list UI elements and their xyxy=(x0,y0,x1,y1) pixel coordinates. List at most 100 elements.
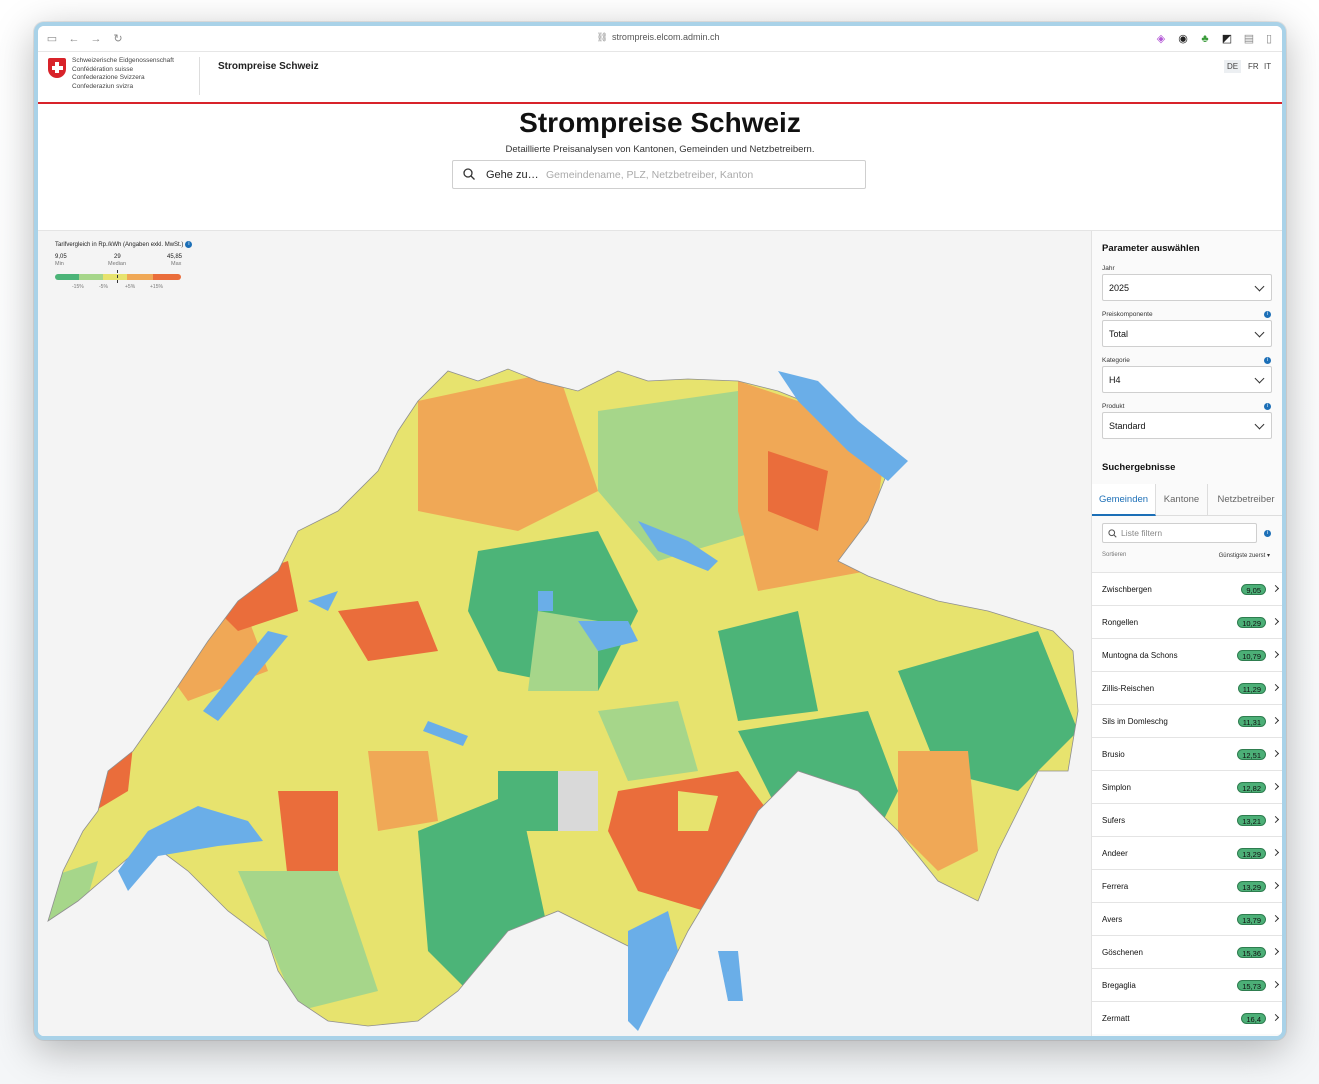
chevron-right-icon xyxy=(1271,914,1280,923)
lang-fr[interactable]: FR xyxy=(1245,60,1262,73)
chevron-down-icon xyxy=(1254,373,1265,384)
field-label-category: Kategorie xyxy=(1102,357,1130,364)
reader-icon[interactable]: ▤ xyxy=(1243,33,1255,45)
price-badge: 15,36 xyxy=(1237,947,1266,958)
municipality-layer[interactable] xyxy=(38,231,1091,1040)
sidebar-toggle-icon[interactable]: ▭ xyxy=(46,33,58,45)
info-icon[interactable]: i xyxy=(1264,311,1271,318)
confed-fr: Confédération suisse xyxy=(72,65,134,73)
region-se[interactable] xyxy=(898,751,978,871)
category-value: H4 xyxy=(1109,375,1121,385)
region-geneva[interactable] xyxy=(38,861,98,931)
region-fr-south[interactable] xyxy=(278,791,338,881)
list-item[interactable]: Bregaglia 15,73 xyxy=(1092,968,1282,1001)
site-title[interactable]: Strompreise Schweiz xyxy=(218,61,319,72)
switzerland-map[interactable] xyxy=(38,231,1091,1040)
chevron-down-icon xyxy=(1254,281,1265,292)
info-icon[interactable]: i xyxy=(1264,403,1271,410)
list-item[interactable]: Zillis-Reischen 11,29 xyxy=(1092,671,1282,704)
chevron-right-icon xyxy=(1271,683,1280,692)
sort-dropdown[interactable]: Günstigste zuerst ▾ xyxy=(1219,552,1270,559)
lake-lugano xyxy=(718,951,743,1001)
lang-de[interactable]: DE xyxy=(1224,60,1242,73)
list-item[interactable]: Ferrera 13,29 xyxy=(1092,869,1282,902)
browser-toolbar: ▭ ← → ↻ ⛓ strompreis.elcom.admin.ch ◈ ◉ ♣… xyxy=(38,26,1282,52)
filter-input[interactable]: Liste filtern xyxy=(1102,523,1257,543)
chevron-right-icon xyxy=(1271,848,1280,857)
list-item[interactable]: Simplon 12,82 xyxy=(1092,770,1282,803)
reload-icon[interactable]: ↻ xyxy=(112,33,124,45)
region-nodata[interactable] xyxy=(558,771,598,831)
list-item[interactable]: Sufers 13,21 xyxy=(1092,803,1282,836)
price-badge: 13,29 xyxy=(1237,848,1266,859)
result-name: Zwischbergen xyxy=(1102,585,1152,594)
sort-value: Günstigste zuerst xyxy=(1218,553,1266,559)
region-be-oberland[interactable] xyxy=(368,751,438,831)
search-input[interactable]: Gehe zu… Gemeindename, PLZ, Netzbetreibe… xyxy=(452,160,866,189)
price-badge: 15,73 xyxy=(1237,980,1266,991)
list-item[interactable]: Brusio 12,51 xyxy=(1092,737,1282,770)
chevron-right-icon xyxy=(1271,716,1280,725)
confed-de: Schweizerische Eidgenossenschaft xyxy=(72,57,174,64)
info-icon[interactable]: i xyxy=(1264,530,1271,537)
extension-leaf-icon[interactable]: ♣ xyxy=(1199,33,1211,45)
chevron-down-icon xyxy=(1254,419,1265,430)
caret-down-icon: ▾ xyxy=(1265,553,1270,559)
result-name: Zillis-Reischen xyxy=(1102,684,1155,693)
privacy-icon[interactable]: ◉ xyxy=(1177,33,1189,45)
link-icon: ⛓ xyxy=(596,32,608,42)
result-name: Muntogna da Schons xyxy=(1102,651,1178,660)
field-label-product: Produkt xyxy=(1102,403,1125,410)
back-icon[interactable]: ← xyxy=(68,33,80,45)
price-badge: 11,29 xyxy=(1237,683,1266,694)
result-name: Bregaglia xyxy=(1102,981,1136,990)
info-icon[interactable]: i xyxy=(1264,357,1271,364)
list-item[interactable]: Muntogna da Schons 10,79 xyxy=(1092,638,1282,671)
field-label-component: Preiskomponente xyxy=(1102,311,1153,318)
chevron-right-icon xyxy=(1271,782,1280,791)
result-name: Simplon xyxy=(1102,783,1131,792)
region-vs-east[interactable] xyxy=(498,771,558,831)
category-select[interactable]: H4 xyxy=(1102,366,1272,393)
lang-it[interactable]: IT xyxy=(1261,60,1274,73)
component-value: Total xyxy=(1109,329,1129,339)
forward-icon[interactable]: → xyxy=(90,33,102,45)
chevron-right-icon xyxy=(1271,617,1280,626)
tab-netzbetreiber[interactable]: Netzbetreiber xyxy=(1208,484,1282,516)
price-badge: 12,51 xyxy=(1237,749,1266,760)
chevron-right-icon xyxy=(1271,815,1280,824)
results-list: Zwischbergen 9,05 Rongellen 10,29 Muntogna… xyxy=(1092,572,1282,1034)
results-tabs: Gemeinden Kantone Netzbetreiber xyxy=(1092,484,1282,516)
confed-it: Confederazione Svizzera xyxy=(72,74,145,81)
list-item[interactable]: Sils im Domleschg 11,31 xyxy=(1092,704,1282,737)
list-item[interactable]: Avers 13,79 xyxy=(1092,902,1282,935)
tab-kantone[interactable]: Kantone xyxy=(1156,484,1208,516)
extension-icon[interactable]: ◈ xyxy=(1155,33,1167,45)
year-select[interactable]: 2025 xyxy=(1102,274,1272,301)
tabs-overview-icon[interactable]: ▯ xyxy=(1263,33,1275,45)
list-item[interactable]: Rongellen 10,29 xyxy=(1092,605,1282,638)
result-name: Andeer xyxy=(1102,849,1128,858)
price-component-select[interactable]: Total xyxy=(1102,320,1272,347)
address-bar[interactable]: ⛓ strompreis.elcom.admin.ch xyxy=(558,32,758,43)
chevron-right-icon xyxy=(1271,980,1280,989)
list-item[interactable]: Zermatt 16,4 xyxy=(1092,1001,1282,1034)
result-name: Brusio xyxy=(1102,750,1125,759)
product-select[interactable]: Standard xyxy=(1102,412,1272,439)
map-area[interactable]: Tarifvergleich in Rp./kWh (Angaben exkl.… xyxy=(38,231,1091,1040)
list-item[interactable]: Andeer 13,29 xyxy=(1092,836,1282,869)
swiss-cross-icon xyxy=(48,58,66,78)
share-icon[interactable]: ◩ xyxy=(1221,33,1233,45)
tab-gemeinden[interactable]: Gemeinden xyxy=(1092,484,1156,516)
search-label: Gehe zu… xyxy=(486,169,539,181)
price-badge: 12,82 xyxy=(1237,782,1266,793)
region-nodata-2[interactable] xyxy=(778,791,818,851)
lake-maggiore xyxy=(628,911,678,1031)
results-title: Suchergebnisse xyxy=(1102,462,1176,473)
price-badge: 9,05 xyxy=(1241,584,1266,595)
url-text: strompreis.elcom.admin.ch xyxy=(611,32,720,42)
chevron-down-icon xyxy=(1254,327,1265,338)
parameter-panel: Parameter auswählen Jahr 2025 Preiskompo… xyxy=(1091,231,1282,1036)
list-item[interactable]: Göschenen 15,36 xyxy=(1092,935,1282,968)
list-item[interactable]: Zwischbergen 9,05 xyxy=(1092,572,1282,605)
